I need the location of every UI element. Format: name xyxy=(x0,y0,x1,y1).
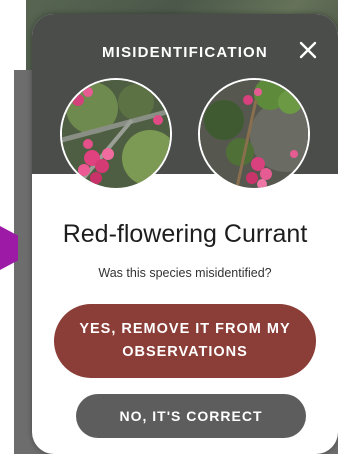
correct-identification-button[interactable]: NO, IT'S CORRECT xyxy=(76,394,306,438)
remove-observation-button[interactable]: YES, REMOVE IT FROM MY OBSERVATIONS xyxy=(54,304,316,378)
misidentification-modal: MISIDENTIFICATION Red-flowering Currant … xyxy=(32,14,338,454)
modal-title: MISIDENTIFICATION xyxy=(102,44,268,61)
misidentified-question: Was this species misidentified? xyxy=(98,266,272,280)
remove-observation-label: YES, REMOVE IT FROM MY OBSERVATIONS xyxy=(79,321,291,360)
close-icon xyxy=(299,41,317,59)
species-photo-1 xyxy=(60,78,172,190)
species-name: Red-flowering Currant xyxy=(62,220,308,248)
species-photo-2 xyxy=(198,78,310,190)
close-button[interactable] xyxy=(294,36,322,64)
correct-identification-label: NO, IT'S CORRECT xyxy=(119,408,263,424)
